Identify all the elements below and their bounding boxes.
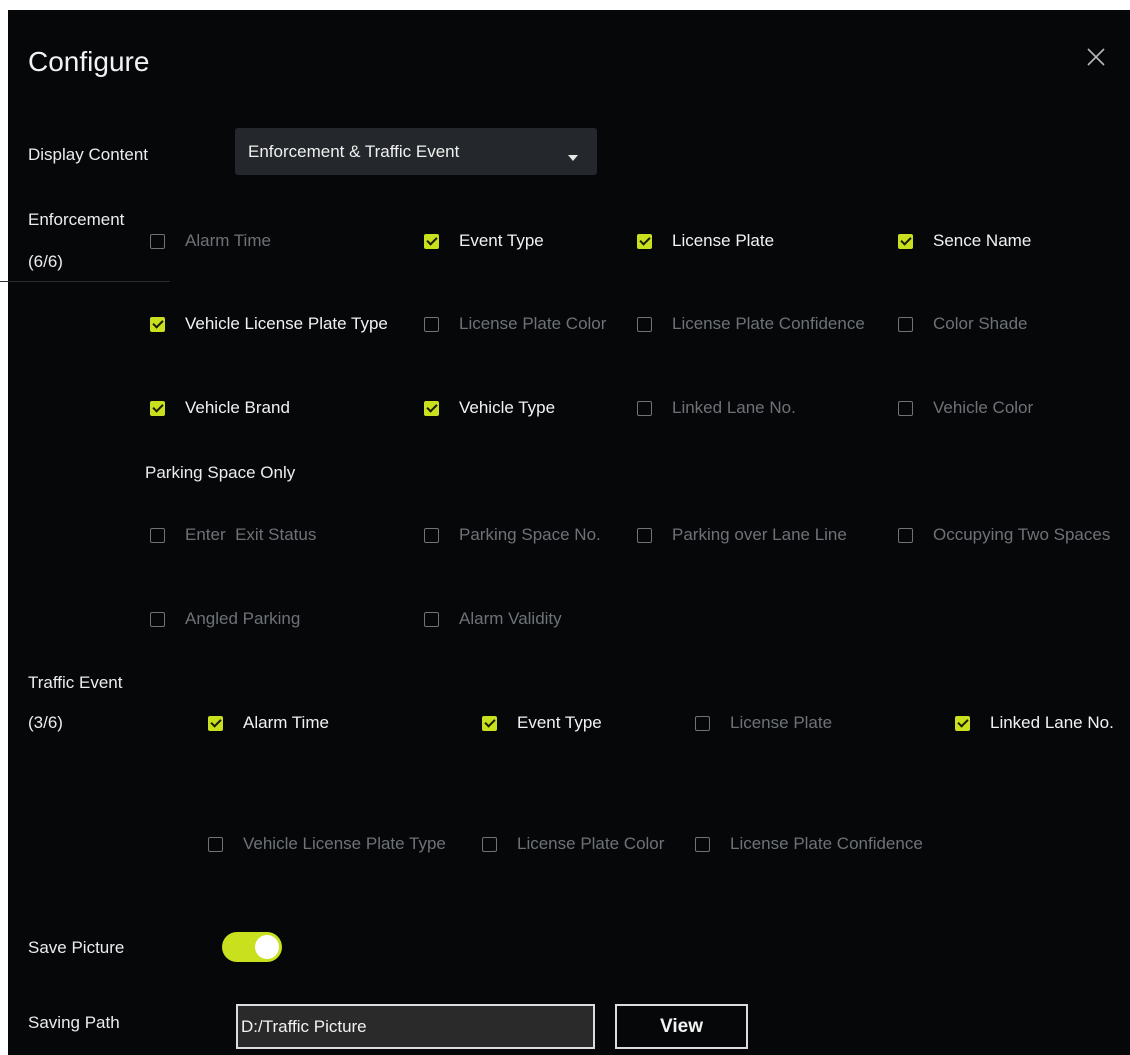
checkbox-icon (955, 715, 970, 731)
checkbox-icon (637, 233, 652, 249)
option-label: Event Type (517, 713, 602, 732)
configure-dialog: Configure Display Content Enforcement & … (0, 10, 1130, 1055)
checkbox-icon (150, 316, 165, 332)
display-content-value: Enforcement & Traffic Event (248, 142, 460, 161)
traffic-option[interactable]: Alarm Time (208, 711, 329, 735)
parking-option[interactable]: Parking Space No. (424, 523, 601, 547)
checkbox-icon (695, 836, 710, 852)
traffic-option[interactable]: Vehicle License Plate Type (208, 832, 446, 856)
checkbox-icon (898, 400, 913, 416)
enforcement-option[interactable]: Event Type (424, 229, 544, 253)
option-label: Linked Lane No. (990, 713, 1114, 732)
enforcement-option[interactable]: License Plate (637, 229, 774, 253)
checkbox-icon (637, 316, 652, 332)
enforcement-option[interactable]: Color Shade (898, 312, 1028, 336)
enforcement-option[interactable]: Vehicle Color (898, 396, 1033, 420)
checkbox-icon (150, 233, 165, 249)
checkbox-icon (695, 715, 710, 731)
option-label: Alarm Time (185, 231, 271, 250)
saving-path-label: Saving Path (28, 1013, 120, 1032)
enforcement-option[interactable]: Vehicle Brand (150, 396, 290, 420)
option-label: Sence Name (933, 231, 1032, 250)
close-icon[interactable] (1086, 47, 1106, 67)
checkbox-icon (898, 233, 913, 249)
save-picture-toggle[interactable] (222, 932, 282, 962)
option-label: License Plate Confidence (672, 314, 865, 333)
option-label: Event Type (459, 231, 544, 250)
option-label: Color Shade (933, 314, 1028, 333)
traffic-option[interactable]: Linked Lane No. (955, 711, 1114, 735)
enforcement-option[interactable]: License Plate Confidence (637, 312, 865, 336)
option-label: License Plate Color (459, 314, 607, 333)
traffic-event-count: (3/6) (28, 713, 63, 732)
parking-option[interactable]: Parking over Lane Line (637, 523, 847, 547)
chevron-down-icon (568, 148, 578, 166)
toggle-knob (255, 935, 279, 959)
enforcement-option[interactable]: Vehicle License Plate Type (150, 312, 388, 336)
enforcement-option[interactable]: Vehicle Type (424, 396, 555, 420)
option-label: License Plate Confidence (730, 834, 923, 853)
parking-option[interactable]: Angled Parking (150, 607, 300, 631)
display-content-label: Display Content (28, 145, 149, 164)
enforcement-label: Enforcement (28, 210, 125, 229)
option-label: Enter Exit Status (185, 525, 317, 544)
enforcement-option[interactable]: Alarm Time (150, 229, 271, 253)
checkbox-icon (898, 527, 913, 543)
checkbox-icon (424, 400, 439, 416)
checkbox-icon (424, 233, 439, 249)
checkbox-icon (424, 316, 439, 332)
option-label: Vehicle Type (459, 398, 556, 417)
traffic-event-label: Traffic Event (28, 673, 123, 692)
traffic-option[interactable]: License Plate Color (482, 832, 664, 856)
traffic-option[interactable]: License Plate (695, 711, 832, 735)
saving-path-input[interactable] (236, 1004, 595, 1049)
checkbox-icon (637, 400, 652, 416)
enforcement-option[interactable]: Linked Lane No. (637, 396, 796, 420)
option-label: License Plate (730, 713, 833, 732)
checkbox-icon (482, 836, 497, 852)
option-label: Parking over Lane Line (672, 525, 847, 544)
traffic-option[interactable]: License Plate Confidence (695, 832, 923, 856)
option-label: Vehicle Color (933, 398, 1034, 417)
enforcement-option[interactable]: Sence Name (898, 229, 1031, 253)
checkbox-icon (637, 527, 652, 543)
enforcement-count: (6/6) (28, 252, 63, 271)
parking-space-label: Parking Space Only (145, 463, 296, 482)
checkbox-icon (424, 611, 439, 627)
option-label: Alarm Time (243, 713, 329, 732)
option-label: License Plate (672, 231, 775, 250)
checkbox-icon (150, 527, 165, 543)
view-button[interactable]: View (615, 1004, 748, 1049)
checkbox-icon (898, 316, 913, 332)
checkbox-icon (150, 611, 165, 627)
checkbox-icon (208, 836, 223, 852)
option-label: Linked Lane No. (672, 398, 796, 417)
traffic-option[interactable]: Event Type (482, 711, 602, 735)
dialog-title: Configure (28, 46, 150, 77)
section-divider (0, 281, 170, 282)
option-label: Angled Parking (185, 609, 301, 628)
option-label: Parking Space No. (459, 525, 601, 544)
save-picture-label: Save Picture (28, 938, 125, 957)
parking-option[interactable]: Alarm Validity (424, 607, 562, 631)
option-label: Vehicle License Plate Type (185, 314, 388, 333)
checkbox-icon (424, 527, 439, 543)
checkbox-icon (482, 715, 497, 731)
option-label: Vehicle Brand (185, 398, 290, 417)
parking-option[interactable]: Occupying Two Spaces (898, 523, 1110, 547)
option-label: Vehicle License Plate Type (243, 834, 446, 853)
checkbox-icon (208, 715, 223, 731)
option-label: Occupying Two Spaces (933, 525, 1111, 544)
option-label: Alarm Validity (459, 609, 562, 628)
display-content-select[interactable]: Enforcement & Traffic Event (235, 128, 597, 175)
enforcement-option[interactable]: License Plate Color (424, 312, 606, 336)
option-label: License Plate Color (517, 834, 665, 853)
parking-option[interactable]: Enter Exit Status (150, 523, 316, 547)
checkbox-icon (150, 400, 165, 416)
